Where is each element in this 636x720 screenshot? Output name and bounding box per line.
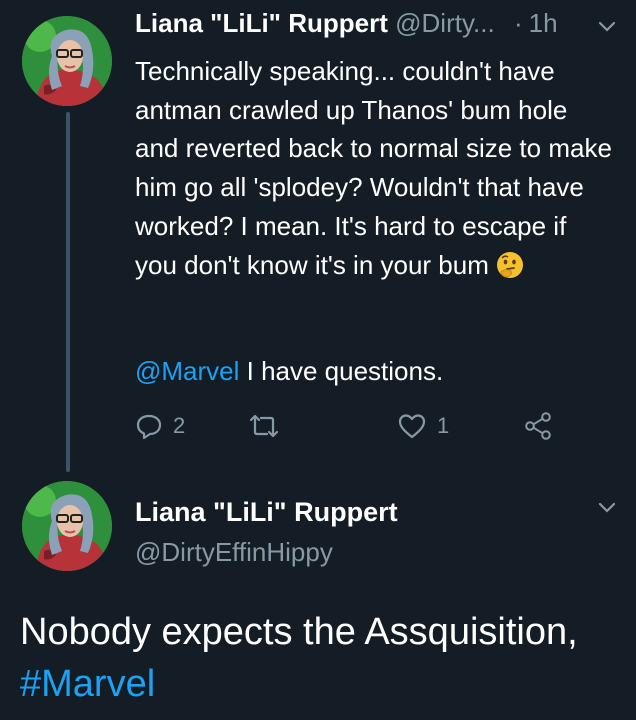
tweet-header: Liana "LiLi" Ruppert @Dirty... · 1h [135,8,635,48]
reply-count: 2 [173,413,186,438]
like-icon [398,414,426,439]
thread-line [66,112,70,472]
thinking-face-icon [496,251,523,278]
share-icon [525,412,551,440]
chevron-down-icon[interactable] [596,16,618,38]
retweet-button[interactable] [247,408,291,444]
tweet-actions: 2 1 [135,408,595,444]
avatar[interactable] [22,16,112,106]
author-name[interactable]: Liana "LiLi" Ruppert [135,497,398,528]
share-button[interactable] [523,408,553,444]
hashtag-link[interactable]: #Marvel [20,663,155,705]
avatar[interactable] [22,481,112,571]
tweet-1[interactable]: Liana "LiLi" Ruppert @Dirty... · 1h Techn… [0,0,636,472]
author-handle[interactable]: @DirtyEffinHippy [135,537,333,568]
chevron-down-icon[interactable] [596,497,618,519]
tweet-text: Technically speaking... couldn't have an… [135,52,615,284]
tweet-text: Nobody expects the Assquisition, #Marvel [20,606,620,710]
like-count: 1 [437,413,450,438]
author-name[interactable]: Liana "LiLi" Ruppert [135,8,388,38]
tweet-text-content: Technically speaking... couldn't have an… [135,56,612,280]
author-handle[interactable]: @Dirty... [395,8,495,38]
retweet-icon [249,414,279,438]
tweet-text-line: @Marvel I have questions. [135,356,443,387]
tweet-text-content: Nobody expects the Assquisition, [20,611,578,653]
like-button[interactable]: 1 [397,408,449,444]
mention-link[interactable]: @Marvel [135,356,239,386]
separator-dot: · [513,8,523,38]
reply-button[interactable]: 2 [135,408,185,444]
reply-icon [136,414,162,440]
tweet-text-tail: I have questions. [239,356,444,386]
timestamp[interactable]: 1h [529,8,558,38]
